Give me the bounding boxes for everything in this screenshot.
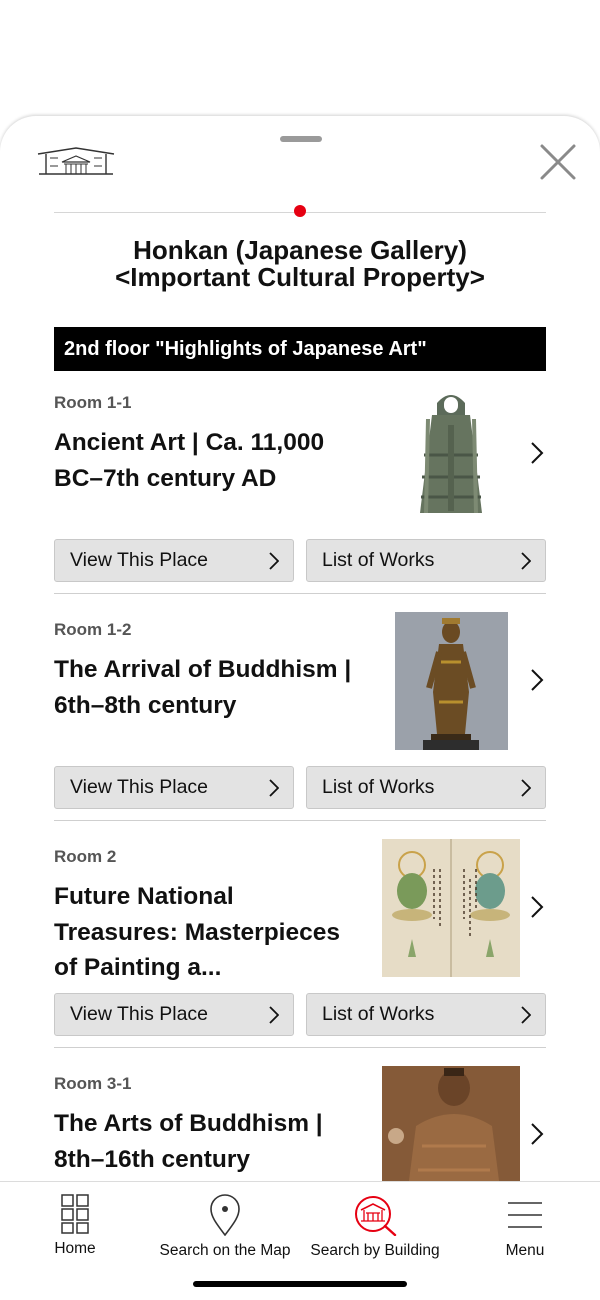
bronze-bell-image[interactable] — [382, 385, 520, 523]
sheet-grabber[interactable] — [280, 136, 322, 142]
map-pin-icon — [210, 1194, 240, 1236]
chevron-right-icon[interactable] — [530, 668, 544, 692]
room-title-line: Treasures: Masterpieces — [54, 918, 340, 946]
tab-search-on-map-label: Search on the Map — [159, 1242, 291, 1259]
grid-icon — [61, 1194, 89, 1234]
room-card[interactable]: Room 1-1 Ancient Art | Ca. 11,000 BC–7th… — [54, 385, 546, 620]
chevron-right-icon[interactable] — [530, 1122, 544, 1146]
room-title[interactable]: The Arrival of Buddhism | 6th–8th centur… — [54, 652, 364, 723]
view-this-place-button[interactable]: View This Place — [54, 539, 294, 582]
view-this-place-label: View This Place — [70, 549, 209, 571]
chevron-right-icon — [521, 779, 531, 797]
tab-menu-label: Menu — [505, 1242, 545, 1259]
chevron-right-icon[interactable] — [530, 895, 544, 919]
chevron-right-icon — [269, 1006, 279, 1024]
chevron-right-icon — [521, 1006, 531, 1024]
close-icon[interactable] — [538, 142, 578, 182]
room-title-line: Ancient Art | Ca. 11,000 — [54, 429, 325, 456]
list-of-works-button[interactable]: List of Works — [306, 993, 546, 1036]
room-title-line: of Painting a... — [54, 954, 222, 981]
room-title-line: 8th–16th century — [54, 1145, 251, 1173]
chevron-right-icon — [269, 779, 279, 797]
room-label: Room 3-1 — [54, 1074, 132, 1093]
room-title-line: Future National — [54, 883, 234, 910]
room-title-line: 6th–8th century — [54, 691, 237, 719]
view-this-place-label: View This Place — [70, 776, 209, 798]
page-title-line1: Honkan (Japanese Gallery) — [133, 235, 467, 265]
tab-search-by-building-label: Search by Building — [310, 1242, 440, 1259]
room-label: Room 1-2 — [54, 620, 132, 639]
room-title-line: BC–7th century AD — [54, 464, 277, 492]
building-search-icon — [355, 1196, 397, 1236]
room-title-line: The Arts of Buddhism | — [54, 1110, 323, 1137]
hamburger-icon — [508, 1202, 542, 1228]
chevron-right-icon — [269, 552, 279, 570]
room-card[interactable]: Room 1-2 The Arrival of Buddhism | 6th–8… — [54, 612, 546, 847]
current-location-dot — [294, 205, 306, 217]
room-divider — [54, 820, 546, 821]
home-indicator[interactable] — [193, 1281, 407, 1287]
tab-menu[interactable]: Menu — [450, 1194, 600, 1260]
room-title[interactable]: The Arts of Buddhism | 8th–16th century — [54, 1106, 364, 1177]
room-divider — [54, 593, 546, 594]
tab-home[interactable]: Home — [0, 1194, 150, 1258]
bottom-sheet: Honkan (Japanese Gallery) <Important Cul… — [0, 116, 600, 1299]
room-label: Room 2 — [54, 847, 117, 866]
list-of-works-button[interactable]: List of Works — [306, 766, 546, 809]
floor-heading: 2nd floor "Highlights of Japanese Art" — [54, 327, 546, 371]
bodhisattva-statue-image[interactable] — [395, 612, 508, 750]
page-title: Honkan (Japanese Gallery) <Important Cul… — [40, 237, 560, 291]
tab-search-on-map[interactable]: Search on the Map — [150, 1194, 300, 1260]
room-divider — [54, 1047, 546, 1048]
list-of-works-label: List of Works — [322, 776, 435, 798]
room-title-line: The Arrival of Buddhism | — [54, 656, 352, 683]
tab-home-label: Home — [54, 1240, 96, 1257]
list-of-works-button[interactable]: List of Works — [306, 539, 546, 582]
list-of-works-label: List of Works — [322, 549, 435, 571]
view-this-place-button[interactable]: View This Place — [54, 766, 294, 809]
chevron-right-icon[interactable] — [530, 441, 544, 465]
view-this-place-label: View This Place — [70, 1003, 209, 1025]
page-title-line2: <Important Cultural Property> — [115, 262, 485, 292]
building-logo-icon — [37, 147, 115, 175]
room-card[interactable]: Room 2 Future National Treasures: Master… — [54, 839, 546, 1074]
tab-search-by-building[interactable]: Search by Building — [300, 1194, 450, 1260]
list-of-works-label: List of Works — [322, 1003, 435, 1025]
room-title[interactable]: Ancient Art | Ca. 11,000 BC–7th century … — [54, 425, 364, 496]
scroll-painting-image[interactable] — [382, 839, 520, 977]
room-title[interactable]: Future National Treasures: Masterpieces … — [54, 879, 364, 986]
view-this-place-button[interactable]: View This Place — [54, 993, 294, 1036]
chevron-right-icon — [521, 552, 531, 570]
room-label: Room 1-1 — [54, 393, 132, 412]
